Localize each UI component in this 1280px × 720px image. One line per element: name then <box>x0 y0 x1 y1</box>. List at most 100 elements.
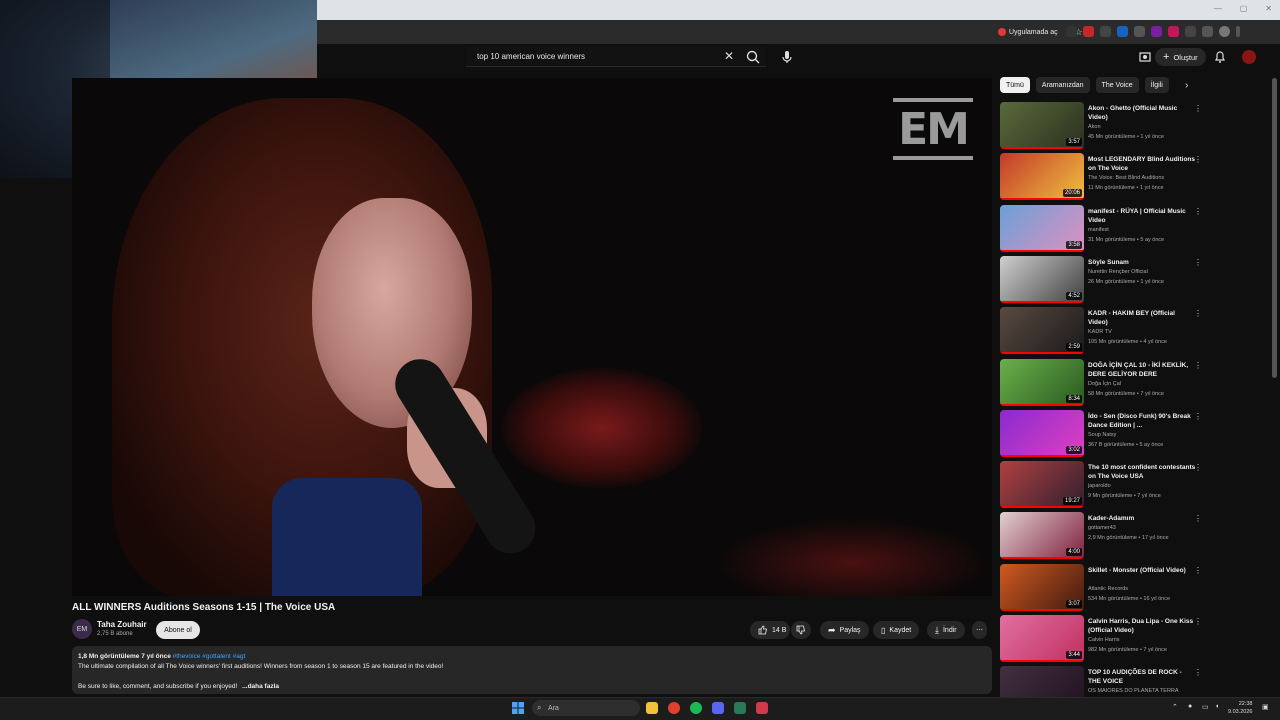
video-thumbnail[interactable]: 8:34 <box>1000 358 1084 406</box>
video-thumbnail[interactable]: 3:57 <box>1000 102 1084 149</box>
profile-icon[interactable] <box>1219 26 1230 37</box>
video-thumbnail[interactable]: 20:06 <box>1000 153 1084 201</box>
recommendation-item[interactable]: 3:07 Skillet - Monster (Official Video) At… <box>1000 563 1206 613</box>
recommendation-item[interactable]: 19:27 The 10 most confident contestants o… <box>1000 461 1206 510</box>
recommendation-title[interactable]: DOĞA İÇİN ÇAL 10 - İKİ KEKLİK, DERE GELİ… <box>1088 361 1196 379</box>
recommendation-title[interactable]: Söyle Sunam <box>1088 258 1196 267</box>
video-thumbnail[interactable]: 19:27 <box>1000 461 1084 509</box>
extension-icon[interactable] <box>1151 26 1162 37</box>
video-thumbnail[interactable]: 4:00 <box>1000 512 1084 560</box>
recommendation-item[interactable]: 4:52 Söyle Sunam Nurettin Rençber Official… <box>1000 255 1206 305</box>
more-vertical-icon[interactable]: ⋮ <box>1194 463 1202 472</box>
taskbar-search[interactable]: ⌕ Ara <box>532 700 640 716</box>
download-button[interactable]: ⤓ İndir <box>927 621 965 639</box>
recommendation-title[interactable]: Akon - Ghetto (Official Music Video) <box>1088 104 1196 122</box>
app-icon[interactable] <box>756 702 768 714</box>
recommendation-title[interactable]: Kader-Adamım <box>1088 514 1196 523</box>
more-actions-button[interactable]: ⋯ <box>972 621 987 639</box>
sidebar-icon[interactable] <box>1202 26 1213 37</box>
recommendation-item[interactable]: 2:59 KADR - HAKIM BEY (Official Video) KAD… <box>1000 307 1206 356</box>
windows-start-icon[interactable] <box>512 702 524 714</box>
recommendation-item[interactable]: 3:44 Calvin Harris, Dua Lipa - One Kiss (… <box>1000 615 1206 664</box>
more-vertical-icon[interactable]: ⋮ <box>1194 258 1202 267</box>
recommendation-channel[interactable]: OS MAIORES DO PLANETA TERRA <box>1088 688 1179 694</box>
recommendation-channel[interactable]: Doğa İçin Çal <box>1088 381 1121 387</box>
show-more-link[interactable]: ...daha fazla <box>242 683 279 690</box>
extension-icon[interactable] <box>1066 26 1077 37</box>
notification-icon[interactable]: ▣ <box>1262 703 1269 711</box>
extension-icon[interactable] <box>1168 26 1179 37</box>
more-vertical-icon[interactable]: ⋮ <box>1194 514 1202 523</box>
more-vertical-icon[interactable]: ⋮ <box>1194 207 1202 216</box>
video-description[interactable]: 1,8 Mn görüntüleme 7 yıl önce #thevoice … <box>72 646 992 694</box>
video-thumbnail[interactable]: 3:07 <box>1000 563 1084 611</box>
recommendation-channel[interactable]: Soup Natsy <box>1088 432 1116 438</box>
menu-icon[interactable] <box>1236 26 1240 37</box>
video-thumbnail[interactable]: 2:59 <box>1000 307 1084 355</box>
chip-related[interactable]: İlgili <box>1144 77 1169 93</box>
extension-icon[interactable] <box>1117 26 1128 37</box>
recommendation-item[interactable]: 4:00 Kader-Adamım gottamer43 2,9 Mn görüntü… <box>1000 512 1206 561</box>
chip-the-voice[interactable]: The Voice <box>1095 77 1139 93</box>
account-avatar[interactable] <box>1242 50 1256 64</box>
recommendation-item[interactable]: 3:02 İdo - Sen (Disco Funk) 90's Break Da… <box>1000 409 1206 459</box>
recommendation-title[interactable]: TOP 10 AUDIÇÕES DE ROCK - THE VOICE <box>1088 668 1196 686</box>
recommendation-title[interactable]: Calvin Harris, Dua Lipa - One Kiss (Offi… <box>1088 617 1196 635</box>
maximize-icon[interactable]: ▢ <box>1240 4 1248 13</box>
recommendation-item[interactable]: 3:58 manifest - RÜYA | Official Music Vid… <box>1000 204 1206 254</box>
discord-icon[interactable] <box>712 702 724 714</box>
chevron-right-icon[interactable]: › <box>1185 80 1188 91</box>
recommendation-item[interactable]: 3:57 Akon - Ghetto (Official Music Video)… <box>1000 102 1206 151</box>
channel-avatar[interactable]: EM <box>72 619 92 639</box>
recommendation-channel[interactable]: The Voice: Best Blind Auditions <box>1088 175 1164 181</box>
share-button[interactable]: ➦ Paylaş <box>820 621 869 639</box>
recommendation-channel[interactable]: Atlantic Records <box>1088 586 1128 592</box>
recommendation-title[interactable]: KADR - HAKIM BEY (Official Video) <box>1088 309 1196 327</box>
extension-icon[interactable] <box>1083 26 1094 37</box>
close-window-icon[interactable]: ✕ <box>1265 4 1272 13</box>
search-input[interactable]: top 10 american voice winners <box>466 47 766 67</box>
taskbar-clock[interactable]: 22:38 9.03.2026 <box>1228 700 1252 716</box>
like-button[interactable]: 14 B <box>750 621 791 639</box>
chip-all[interactable]: Tümü <box>1000 77 1030 93</box>
save-button[interactable]: ▯ Kaydet <box>873 621 920 639</box>
video-thumbnail[interactable]: 4:52 <box>1000 255 1084 303</box>
recommendation-channel[interactable]: japaroldo <box>1088 483 1111 489</box>
extension-icon[interactable] <box>1185 26 1196 37</box>
video-player[interactable]: EM <box>72 78 992 596</box>
channel-name[interactable]: Taha Zouhair <box>97 620 147 629</box>
volume-icon[interactable]: ◖ <box>1215 703 1219 710</box>
chrome-icon[interactable] <box>668 702 680 714</box>
recommendation-channel[interactable]: KADR TV <box>1088 329 1112 335</box>
create-button[interactable]: + Oluştur <box>1155 48 1206 66</box>
more-vertical-icon[interactable]: ⋮ <box>1194 412 1202 421</box>
chip-from-search[interactable]: Aramanızdan <box>1035 77 1090 93</box>
recommendation-title[interactable]: İdo - Sen (Disco Funk) 90's Break Dance … <box>1088 412 1196 430</box>
recommendation-channel[interactable]: Akon <box>1088 124 1101 130</box>
hashtags[interactable]: #thevoice #gottalent #agt <box>173 653 246 660</box>
page-scrollbar[interactable] <box>1272 78 1277 378</box>
extension-icon[interactable] <box>1100 26 1111 37</box>
file-explorer-icon[interactable] <box>646 702 658 714</box>
more-vertical-icon[interactable]: ⋮ <box>1194 309 1202 318</box>
search-icon[interactable] <box>745 49 761 65</box>
more-vertical-icon[interactable]: ⋮ <box>1194 104 1202 113</box>
video-thumbnail[interactable]: 3:02 <box>1000 409 1084 457</box>
more-vertical-icon[interactable]: ⋮ <box>1194 361 1202 370</box>
recommendation-channel[interactable]: gottamer43 <box>1088 525 1116 531</box>
notifications-bell-icon[interactable] <box>1213 50 1227 64</box>
recommendation-channel[interactable]: Calvin Harris <box>1088 637 1119 643</box>
spotify-icon[interactable] <box>690 702 702 714</box>
more-vertical-icon[interactable]: ⋮ <box>1194 566 1202 575</box>
extension-icon[interactable] <box>1134 26 1145 37</box>
recommendation-channel[interactable]: manifest <box>1088 227 1109 233</box>
recommendation-title[interactable]: Most LEGENDARY Blind Auditions on The Vo… <box>1088 155 1196 173</box>
cast-icon[interactable] <box>1138 51 1152 63</box>
dislike-button[interactable] <box>791 621 811 639</box>
clear-search-icon[interactable]: ✕ <box>722 49 736 63</box>
more-vertical-icon[interactable]: ⋮ <box>1194 155 1202 164</box>
more-vertical-icon[interactable]: ⋮ <box>1194 617 1202 626</box>
microphone-icon[interactable] <box>780 49 794 65</box>
subscribe-button[interactable]: Abone ol <box>156 621 200 639</box>
recommendation-item[interactable]: 20:06 Most LEGENDARY Blind Auditions on T… <box>1000 153 1206 202</box>
